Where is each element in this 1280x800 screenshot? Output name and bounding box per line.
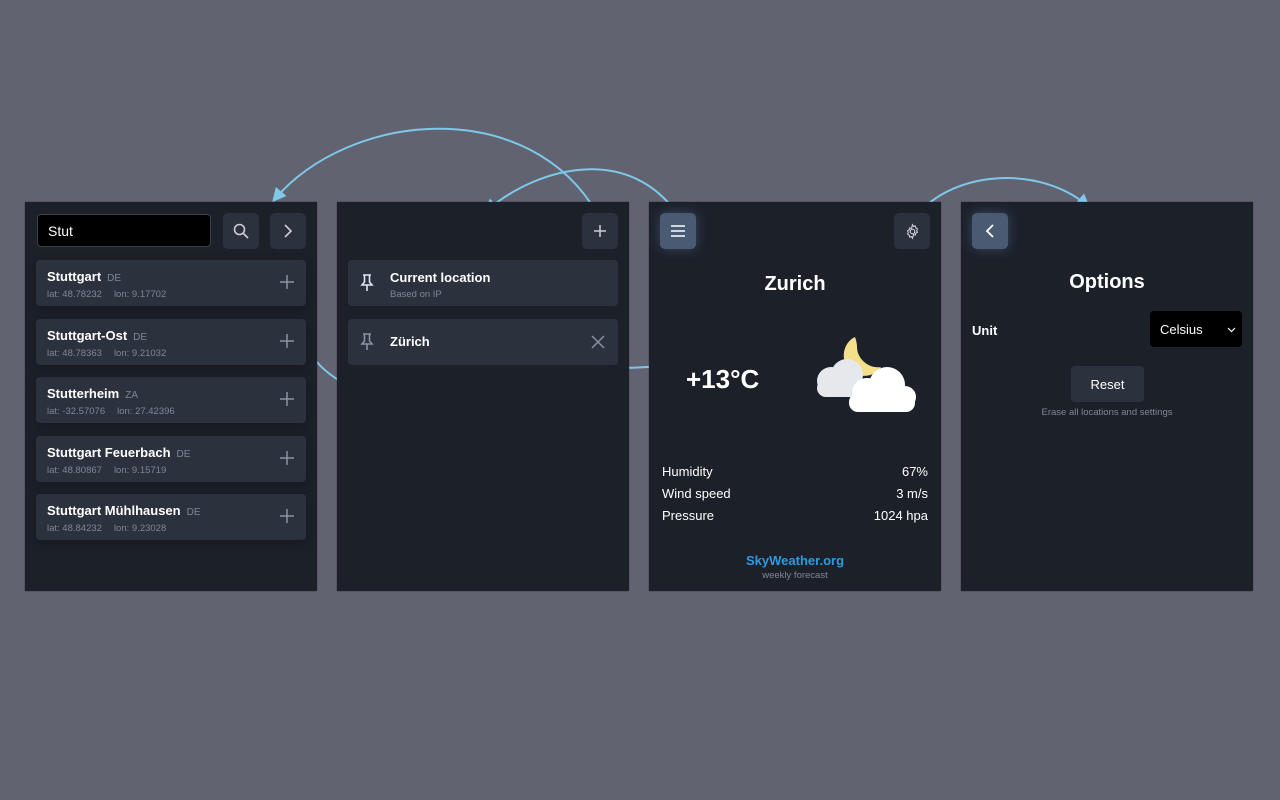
result-name: Stuttgart-Ost <box>47 327 128 343</box>
search-input[interactable] <box>37 214 211 247</box>
chevron-right-icon <box>284 224 293 238</box>
search-button[interactable] <box>223 213 259 249</box>
result-lat: lat: 48.78363 <box>47 347 102 359</box>
brand-link[interactable]: SkyWeather.org <box>649 553 941 568</box>
city-name: Zurich <box>764 273 826 295</box>
hamburger-icon <box>671 225 685 237</box>
list-item[interactable]: Stuttgart Mühlhausen DE lat: 48.84232 lon:… <box>36 494 306 540</box>
result-country: DE <box>176 448 191 460</box>
pin-icon <box>360 333 374 350</box>
result-country: DE <box>107 273 122 284</box>
partly-cloudy-night-icon <box>817 337 916 412</box>
result-name: Stutterheim <box>47 386 120 401</box>
reset-hint: Erase all locations and settings <box>1041 407 1173 418</box>
list-item[interactable]: Stuttgart-Ost DE lat: 48.78363 lon: 9.2103… <box>36 318 306 365</box>
result-name: Stuttgart <box>47 269 102 284</box>
chevron-down-icon <box>1227 327 1236 333</box>
stat-value: 1024 hpa <box>873 508 928 523</box>
page-title: Options <box>1069 271 1145 293</box>
result-country: DE <box>186 507 201 518</box>
result-lon: lon: 9.23028 <box>113 523 167 534</box>
stat-label: Wind speed <box>662 486 731 501</box>
result-lon: lon: 9.21032 <box>113 347 167 359</box>
stat-row-humidity: Humidity 67% <box>662 464 928 486</box>
locations-screen: Current location Based on IP Zürich <box>337 202 629 591</box>
stat-value: 67% <box>901 464 928 479</box>
location-item-zurich[interactable]: Zürich <box>348 319 618 365</box>
result-country: ZA <box>125 390 139 401</box>
result-lat: lat: 48.84232 <box>47 523 102 534</box>
list-item[interactable]: Stuttgart Feuerbach DE lat: 48.80867 lon: … <box>36 435 306 482</box>
result-name: Stuttgart Feuerbach <box>47 444 171 460</box>
stat-label: Pressure <box>662 508 715 523</box>
search-screen: Stuttgart DE lat: 48.78232 lon: 9.17702 St… <box>25 202 317 591</box>
temperature: +13°C <box>686 364 760 394</box>
pin-icon <box>360 274 374 291</box>
stat-value: 3 m/s <box>896 486 928 501</box>
location-title: Zürich <box>390 334 430 349</box>
result-lat: lat: -32.57076 <box>47 406 106 417</box>
reset-button[interactable]: Reset <box>1071 366 1144 402</box>
result-lat: lat: 48.78232 <box>47 289 102 300</box>
plus-icon[interactable] <box>278 273 296 291</box>
list-item[interactable]: Stutterheim ZA lat: -32.57076 lon: 27.4239… <box>36 377 306 423</box>
location-item-current[interactable]: Current location Based on IP <box>348 260 618 306</box>
result-country: DE <box>133 331 148 343</box>
chevron-left-icon <box>985 224 994 238</box>
plus-icon[interactable] <box>278 449 296 467</box>
plus-icon[interactable] <box>278 507 296 525</box>
brand-subtitle: weekly forecast <box>762 570 828 581</box>
result-lon: lon: 9.15719 <box>113 464 167 476</box>
plus-icon <box>594 225 606 237</box>
plus-icon[interactable] <box>278 390 296 408</box>
result-lon: lon: 9.17702 <box>113 289 167 300</box>
unit-select[interactable]: Celsius <box>1150 311 1242 347</box>
stat-row-pressure: Pressure 1024 hpa <box>662 508 928 530</box>
add-location-button[interactable] <box>582 213 618 249</box>
back-button[interactable] <box>972 213 1008 249</box>
weather-stats: Humidity 67% Wind speed 3 m/s Pressure 1024… <box>662 464 928 530</box>
list-item[interactable]: Stuttgart DE lat: 48.78232 lon: 9.17702 <box>36 260 306 306</box>
location-title: Current location <box>390 270 491 285</box>
unit-label: Unit <box>972 323 998 338</box>
result-name: Stuttgart Mühlhausen <box>47 503 181 518</box>
close-icon[interactable] <box>590 334 606 350</box>
gear-icon <box>906 222 918 240</box>
options-screen: Options Unit Celsius Reset Erase all loc… <box>961 202 1253 591</box>
result-lon: lon: 27.42396 <box>117 406 175 417</box>
weather-screen: Zurich +13°C Humidity 67% Wind speed 3 m/s… <box>649 202 941 591</box>
result-lat: lat: 48.80867 <box>47 464 102 476</box>
unit-select-value: Celsius <box>1160 322 1203 337</box>
forward-button[interactable] <box>270 213 306 249</box>
stat-label: Humidity <box>662 464 713 479</box>
search-icon <box>233 223 249 239</box>
location-subtitle: Based on IP <box>390 289 442 300</box>
stat-row-wind: Wind speed 3 m/s <box>662 486 928 508</box>
settings-button[interactable] <box>894 213 930 249</box>
search-results-list: Stuttgart DE lat: 48.78232 lon: 9.17702 St… <box>36 260 306 553</box>
menu-button[interactable] <box>660 213 696 249</box>
plus-icon[interactable] <box>278 332 296 350</box>
